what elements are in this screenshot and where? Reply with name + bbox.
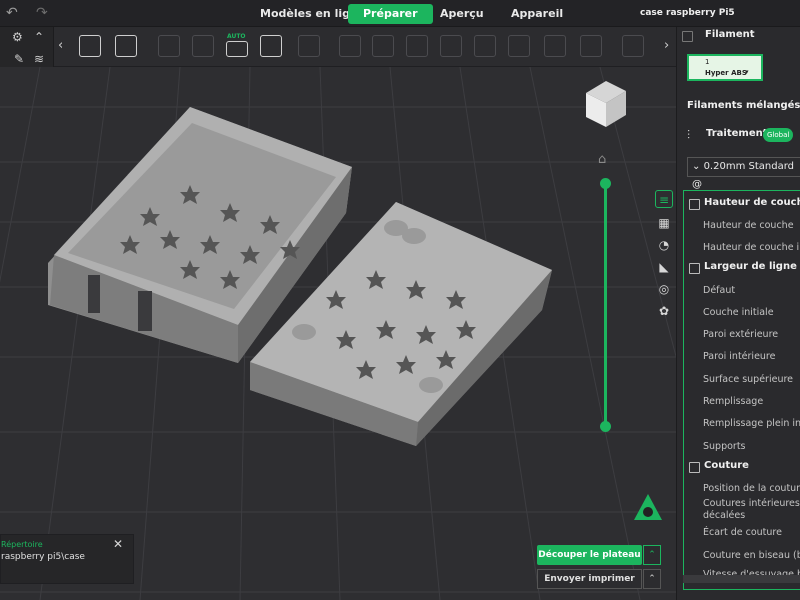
setting-scarf-seam[interactable]: Couture en biseau (b: [703, 550, 800, 561]
multi-view-icon[interactable]: ✿: [655, 302, 673, 320]
emboss-icon[interactable]: [474, 35, 496, 57]
settings-list: Hauteur de couche Hauteur de couche Haut…: [683, 190, 800, 590]
process-preset-select[interactable]: ⌄ 0.20mm Standard @: [687, 157, 800, 190]
layer-slider[interactable]: [604, 183, 607, 426]
chevron-down-icon: ▾: [745, 68, 749, 76]
grid-view-icon[interactable]: ▦: [655, 214, 673, 232]
wifi-icon[interactable]: ≋: [34, 52, 44, 66]
seam-icon[interactable]: [622, 35, 644, 57]
setting-seam-gap[interactable]: Écart de couture: [703, 527, 782, 538]
layers-icon[interactable]: [372, 35, 394, 57]
overhang-view-icon[interactable]: ◣: [655, 258, 673, 276]
gear-icon[interactable]: ⚙: [12, 30, 23, 44]
tab-device[interactable]: Appareil: [511, 4, 563, 24]
layer-slider-bottom-handle[interactable]: [600, 421, 611, 432]
mixed-filaments-header: Filaments mélangés: [687, 100, 800, 111]
toolbar: ‹ AUTO ›: [54, 27, 676, 67]
target-view-icon[interactable]: ◎: [655, 280, 673, 298]
setting-support-width[interactable]: Supports: [703, 441, 746, 452]
support-paint-icon[interactable]: [580, 35, 602, 57]
redo-icon[interactable]: ↷: [36, 5, 48, 21]
process-global-toggle[interactable]: Global: [763, 128, 794, 142]
add-object-icon[interactable]: [79, 35, 101, 57]
brand-logo-icon: [634, 494, 662, 520]
filament-name: Hyper ABS: [705, 69, 747, 77]
layer-view-icon[interactable]: ≡: [655, 190, 673, 208]
filament-header: Filament: [705, 29, 755, 40]
setting-infill-width[interactable]: Remplissage: [703, 396, 763, 407]
notification: Répertoire raspberry pi5\case ✕: [0, 534, 134, 584]
close-icon[interactable]: ✕: [113, 537, 123, 551]
sliders-icon: ⫶: [687, 128, 691, 142]
setting-staggered-seams-cont: décalées: [703, 510, 746, 521]
setting-solid-infill-width[interactable]: Remplissage plein in: [703, 418, 800, 429]
layer-slider-top-handle[interactable]: [600, 178, 611, 189]
section-seam: Couture: [704, 460, 749, 471]
cut-icon[interactable]: [339, 35, 361, 57]
view-cube[interactable]: [584, 79, 628, 129]
filament-selector[interactable]: 1 Hyper ABS ▾: [687, 54, 763, 81]
settings-sidebar: Filament 1 Hyper ABS ▾ Filaments mélangé…: [676, 27, 800, 600]
split-icon[interactable]: [298, 35, 320, 57]
setting-top-surface-width[interactable]: Surface supérieure: [703, 374, 793, 385]
notification-path[interactable]: raspberry pi5\case: [1, 552, 85, 562]
assembly-icon[interactable]: [508, 35, 530, 57]
rotate-icon[interactable]: [192, 35, 214, 57]
orient-icon[interactable]: [158, 35, 180, 57]
tab-preview[interactable]: Aperçu: [440, 4, 484, 24]
filament-slot: 1: [705, 58, 710, 66]
home-icon[interactable]: ⌂: [598, 152, 606, 167]
toolbar-next-icon[interactable]: ›: [664, 38, 669, 53]
collapse-icon[interactable]: ⌃: [34, 30, 44, 44]
setting-default-width[interactable]: Défaut: [703, 285, 735, 296]
grid-plate-icon[interactable]: [115, 35, 137, 57]
setting-initial-layer-height[interactable]: Hauteur de couche in: [703, 242, 800, 253]
section-line-width: Largeur de ligne: [704, 261, 797, 272]
slice-dropdown-icon[interactable]: ⌃: [643, 545, 661, 565]
case-lid-model[interactable]: [246, 190, 556, 450]
process-preset-value: 0.20mm Standard @: [692, 161, 794, 190]
boolean-icon[interactable]: [440, 35, 462, 57]
setting-outer-wall-width[interactable]: Paroi extérieure: [703, 329, 778, 340]
text-icon[interactable]: [406, 35, 428, 57]
arrange-icon[interactable]: [260, 35, 282, 57]
setting-seam-position[interactable]: Position de la couture: [703, 483, 800, 494]
line-width-icon: [689, 263, 700, 274]
layer-height-icon: [689, 199, 700, 210]
section-layer-height: Hauteur de couche: [704, 197, 800, 208]
print-dropdown-icon[interactable]: ⌃: [643, 569, 661, 589]
setting-staggered-seams[interactable]: Coutures intérieures: [703, 498, 800, 509]
filament-icon: [682, 31, 693, 42]
auto-label: AUTO: [227, 33, 246, 40]
tab-prepare[interactable]: Préparer: [348, 4, 433, 24]
setting-layer-height[interactable]: Hauteur de couche: [703, 220, 794, 231]
undo-icon[interactable]: ↶: [6, 5, 18, 21]
toolbar-prev-icon[interactable]: ‹: [58, 38, 63, 53]
setting-initial-layer-width[interactable]: Couche initiale: [703, 307, 774, 318]
measure-icon[interactable]: [544, 35, 566, 57]
speed-view-icon[interactable]: ◔: [655, 236, 673, 254]
project-name: case raspberry Pi5: [640, 8, 735, 18]
horizontal-scrollbar[interactable]: [683, 575, 800, 583]
send-print-button[interactable]: Envoyer imprimer: [537, 569, 642, 589]
auto-orient-icon[interactable]: [226, 41, 248, 57]
notification-title: Répertoire: [1, 540, 43, 549]
top-bar: ↶ ↷ Modèles en ligne Préparer Aperçu App…: [0, 0, 800, 27]
pen-icon[interactable]: ✎: [14, 52, 24, 66]
seam-section-icon: [689, 462, 700, 473]
setting-inner-wall-width[interactable]: Paroi intérieure: [703, 351, 775, 362]
slice-plate-button[interactable]: Découper le plateau: [537, 545, 642, 565]
